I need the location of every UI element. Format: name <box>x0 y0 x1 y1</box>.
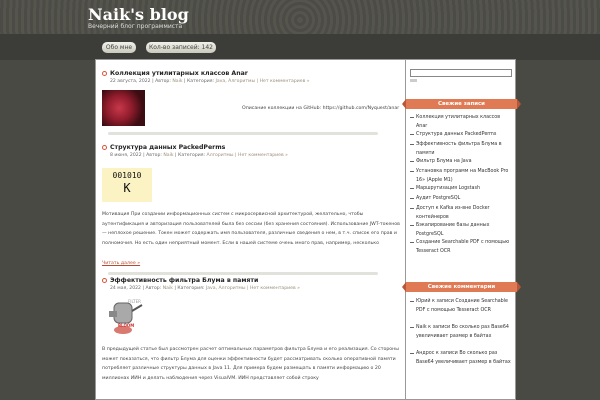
post-separator <box>108 272 378 275</box>
site-tagline: Вечерний блог программиста <box>88 23 183 30</box>
list-dash-icon <box>410 161 414 162</box>
recent-posts-title: Свежие записи <box>402 99 521 109</box>
recent-post-item[interactable]: Маршрутизация Logstash <box>410 185 512 194</box>
search-button[interactable] <box>410 79 417 82</box>
recent-comment-item-label: Юрий к записи Создание Searchable PDF с … <box>416 299 508 313</box>
list-dash-icon <box>410 301 414 302</box>
post-meta: 22 августа, 2022 | Автор: Naik | Категор… <box>110 79 310 84</box>
recent-post-item-label: Структура данных PackedPerms <box>416 132 497 137</box>
recent-post-item-label: Аудит PostgreSQL <box>416 196 461 201</box>
post-anar: Коллекция утилитарных классов Anar 22 ав… <box>102 70 402 140</box>
post-bloom: Эффективность фильтра Блума в памяти 24 … <box>102 277 402 399</box>
recent-post-item[interactable]: Эффективность фильтра Блума в памяти <box>410 141 512 158</box>
post-author-link[interactable]: Naik <box>163 153 173 158</box>
list-dash-icon <box>410 353 414 354</box>
post-text: Описание коллекции на GitHub: https://gi… <box>242 106 400 111</box>
post-bullet-icon <box>102 278 107 283</box>
recent-post-item[interactable]: Фильтр Блума на Java <box>410 158 512 167</box>
recent-post-item-label: Коллекция утилитарных классов Anar <box>416 115 501 129</box>
post-text: В предыдущей статье был рассмотрен расче… <box>102 347 399 381</box>
nav-bar: Обо мне Кол-во записей: 142 <box>0 34 600 60</box>
post-author-link[interactable]: Naik <box>172 79 182 84</box>
list-dash-icon <box>410 242 414 243</box>
recent-comment-item-label: Naik к записи Во сколько раз Base64 увел… <box>416 325 509 339</box>
read-more-link[interactable]: Читать далее » <box>102 259 140 269</box>
recent-post-item-label: Маршрутизация Logstash <box>416 186 481 191</box>
recent-post-item[interactable]: Коллекция утилитарных классов Anar <box>410 114 512 131</box>
post-category-link[interactable]: Java, Алгоритмы <box>216 79 256 84</box>
post-date: 24 мая, 2022 <box>110 286 141 291</box>
meat-grinder-image: FILTER BLOOM <box>104 297 150 335</box>
post-category-prefix: | Категория: <box>174 286 205 291</box>
recent-post-item-label: Создание Searchable PDF с помощью Tesser… <box>416 240 510 254</box>
list-dash-icon <box>410 225 414 226</box>
post-author-prefix: | Автор: <box>152 79 171 84</box>
post-category-link[interactable]: Java, Алгоритмы <box>206 286 246 291</box>
main-content: Коллекция утилитарных классов Anar 22 ав… <box>95 59 406 400</box>
recent-post-item-label: Фильтр Блума на Java <box>416 159 472 164</box>
post-author-link[interactable]: Naik <box>163 286 173 291</box>
post-comments-link[interactable]: | Нет комментариев » <box>257 79 310 84</box>
recent-post-item-label: Бэкапирование базы данных PostgreSQL <box>416 223 490 237</box>
post-bullet-icon <box>102 71 107 76</box>
post-category-link[interactable]: Алгоритмы <box>207 153 234 158</box>
site-title[interactable]: Naik's blog <box>88 5 189 24</box>
list-dash-icon <box>410 134 414 135</box>
list-dash-icon <box>410 208 414 209</box>
nav-post-count[interactable]: Кол-во записей: 142 <box>146 42 216 53</box>
recent-post-item-label: Эффективность фильтра Блума в памяти <box>416 142 502 156</box>
post-separator <box>108 132 378 135</box>
post-bullet-icon <box>102 145 107 150</box>
recent-post-item[interactable]: Доступ к Kafka из-вне Docker контейнеров <box>410 205 512 222</box>
image-bits: 001010 <box>112 171 142 180</box>
post-comments-link[interactable]: | Нет комментариев » <box>247 286 300 291</box>
post-title[interactable]: Коллекция утилитарных классов Anar <box>110 70 248 77</box>
image-label-bloom: BLOOM <box>118 323 135 328</box>
post-text: Мотивация При создании информационных си… <box>102 212 400 246</box>
pomegranate-image <box>102 90 145 126</box>
recent-post-item[interactable]: Аудит PostgreSQL <box>410 195 512 204</box>
recent-post-item-label: Доступ к Kafka из-вне Docker контейнеров <box>416 206 490 220</box>
post-category-prefix: | Категория: <box>175 153 206 158</box>
post-meta: 24 мая, 2022 | Автор: Naik | Категория: … <box>110 286 300 291</box>
list-dash-icon <box>410 198 414 199</box>
post-comments-link[interactable]: | Нет комментариев » <box>235 153 288 158</box>
list-dash-icon <box>410 188 414 189</box>
post-category-prefix: | Категория: <box>184 79 215 84</box>
list-dash-icon <box>410 117 414 118</box>
packedperms-image: 001010 K <box>102 168 152 202</box>
list-dash-icon <box>410 144 414 145</box>
recent-comment-item[interactable]: Naik к записи Во сколько раз Base64 увел… <box>410 324 512 341</box>
nav-about-button[interactable]: Обо мне <box>102 42 136 53</box>
recent-comments-title: Свежие комментарии <box>402 282 521 292</box>
image-letter: K <box>123 181 131 195</box>
post-author-prefix: | Автор: <box>142 286 162 291</box>
recent-post-item-label: Установка программ на MacBook Pro 16» (A… <box>416 169 509 183</box>
recent-post-item[interactable]: Установка программ на MacBook Pro 16» (A… <box>410 168 512 185</box>
recent-comment-item[interactable]: Андрос к записи Во сколько раз Base64 ув… <box>410 350 512 367</box>
post-date: 8 июня, 2022 <box>110 153 142 158</box>
sidebar: Свежие записи Коллекция утилитарных клас… <box>402 59 521 400</box>
post-meta: 8 июня, 2022 | Автор: Naik | Категория: … <box>110 153 288 158</box>
image-label-filter: FILTER <box>128 299 141 304</box>
recent-comment-item[interactable]: Юрий к записи Создание Searchable PDF с … <box>410 298 512 315</box>
post-author-prefix: | Автор: <box>143 153 162 158</box>
post-title[interactable]: Структура данных PackedPerms <box>110 144 225 151</box>
recent-post-item[interactable]: Бэкапирование базы данных PostgreSQL <box>410 222 512 239</box>
recent-post-item[interactable]: Структура данных PackedPerms <box>410 131 512 140</box>
list-dash-icon <box>410 327 414 328</box>
post-date: 22 августа, 2022 <box>110 79 151 84</box>
search-input[interactable] <box>410 69 512 77</box>
list-dash-icon <box>410 171 414 172</box>
post-title[interactable]: Эффективность фильтра Блума в памяти <box>110 277 258 284</box>
recent-comment-item-label: Андрос к записи Во сколько раз Base64 ув… <box>416 351 511 365</box>
recent-post-item[interactable]: Создание Searchable PDF с помощью Tesser… <box>410 239 512 256</box>
